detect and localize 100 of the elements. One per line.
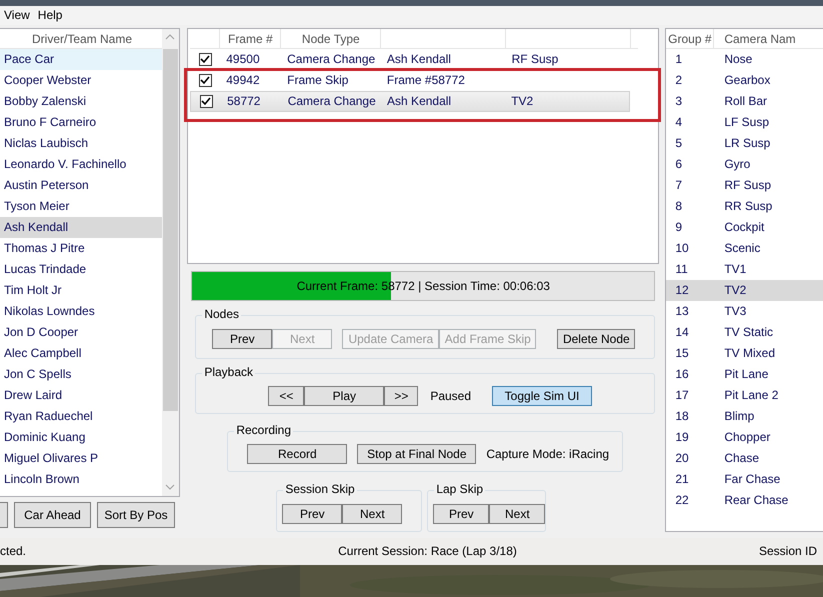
table-cell-text: Roll Bar: [723, 94, 768, 109]
checkbox[interactable]: [198, 74, 212, 87]
table-cell-text: 4: [674, 115, 684, 130]
list-item[interactable]: Bobby Zalenski: [0, 91, 165, 112]
table-row[interactable]: 22 Rear Chase: [666, 490, 823, 511]
table-row[interactable]: 13 TV3: [666, 301, 823, 322]
list-item[interactable]: Dominic Kuang: [0, 427, 165, 448]
table-cell-text: 22: [674, 493, 690, 508]
button[interactable]: >>: [384, 386, 418, 406]
table-row[interactable]: 6 Gyro: [666, 154, 823, 175]
button[interactable]: Car Ahead: [14, 502, 91, 528]
list-item[interactable]: Ryan Raduechel: [0, 406, 165, 427]
list-item[interactable]: Tyson Meier: [0, 196, 165, 217]
table-cell-text: Rear Chase: [723, 493, 788, 508]
menu-item[interactable]: View: [0, 6, 34, 25]
button[interactable]: Toggle Sim UI: [492, 386, 592, 406]
button[interactable]: Prev: [282, 504, 342, 524]
table-row[interactable]: 49500 Camera Change Ash Kendall RF Susp: [190, 49, 630, 70]
table-row[interactable]: 7 RF Susp: [666, 175, 823, 196]
table-row[interactable]: 49942 Frame Skip Frame #58772: [190, 70, 630, 91]
table-row[interactable]: 4 LF Susp: [666, 112, 823, 133]
checkbox[interactable]: [198, 53, 212, 66]
table-cell-text: TV3: [723, 304, 746, 319]
scrollbar[interactable]: [162, 29, 180, 496]
table-row[interactable]: 20 Chase: [666, 448, 823, 469]
table-cell-text: 19: [674, 430, 690, 445]
table-cell-text: Ash Kendall: [386, 94, 452, 109]
button[interactable]: Delete Node: [557, 329, 636, 349]
list-item[interactable]: Thomas J Pitre: [0, 238, 165, 259]
list-item[interactable]: Austin Peterson: [0, 175, 165, 196]
table-row[interactable]: 58772 Camera Change Ash Kendall TV2: [190, 91, 630, 112]
scroll-up-icon[interactable]: [165, 34, 176, 40]
table-row[interactable]: 15 TV Mixed: [666, 343, 823, 364]
table-row[interactable]: 9 Cockpit: [666, 217, 823, 238]
button[interactable]: Prev: [212, 329, 272, 349]
table-row[interactable]: 17 Pit Lane 2: [666, 385, 823, 406]
button[interactable]: Next: [489, 504, 546, 524]
table-cell-text: Nose: [723, 52, 752, 67]
table-row[interactable]: 11 TV1: [666, 259, 823, 280]
table-row[interactable]: 16 Pit Lane: [666, 364, 823, 385]
menu-item[interactable]: Help: [34, 6, 66, 25]
table-row[interactable]: 14 TV Static: [666, 322, 823, 343]
list-item[interactable]: Jon D Cooper: [0, 322, 165, 343]
table-row[interactable]: 18 Blimp: [666, 406, 823, 427]
list-item[interactable]: Niclas Laubisch: [0, 133, 165, 154]
table-row[interactable]: 12 TV2: [666, 280, 823, 301]
group-title: Recording: [234, 423, 294, 438]
list-item[interactable]: Tim Holt Jr: [0, 280, 165, 301]
list-item[interactable]: Nikolas Lowndes: [0, 301, 165, 322]
scroll-down-icon[interactable]: [165, 484, 176, 490]
table-row[interactable]: 8 RR Susp: [666, 196, 823, 217]
column-header: Driver/Team Name: [30, 31, 134, 48]
table-cell-text: 18: [674, 409, 690, 424]
table-cell-text: LF Susp: [723, 115, 770, 130]
table-cell-text: 58772: [226, 94, 262, 109]
scroll-thumb[interactable]: [163, 49, 178, 411]
list-item[interactable]: Cooper Webster: [0, 70, 165, 91]
table-cell-text: Scenic: [723, 241, 760, 256]
table-cell-text: TV2: [510, 94, 534, 109]
table-row[interactable]: 2 Gearbox: [666, 70, 823, 91]
group-title: Playback: [202, 365, 256, 380]
list-item[interactable]: Lincoln Brown: [0, 469, 165, 490]
list-item[interactable]: Miguel Olivares P: [0, 448, 165, 469]
button[interactable]: Next: [342, 504, 402, 524]
button[interactable]: Sort By Pos: [97, 502, 175, 528]
table-cell-text: RF Susp: [723, 178, 772, 193]
list-item[interactable]: Pace Car: [0, 49, 165, 70]
table-row[interactable]: 5 LR Susp: [666, 133, 823, 154]
button[interactable]: Prev: [433, 504, 490, 524]
playback-status: Paused: [430, 388, 472, 405]
table-cell-text: Gyro: [723, 157, 750, 172]
table-cell-text: LR Susp: [723, 136, 770, 151]
list-item[interactable]: Ash Kendall: [0, 217, 165, 238]
list-item[interactable]: Drew Laird: [0, 385, 165, 406]
button[interactable]: Play: [304, 386, 384, 406]
table-cell-text: 21: [674, 472, 690, 487]
button[interactable]: <<: [268, 386, 304, 406]
status-text: Current Session: Race (Lap 3/18): [338, 544, 517, 559]
table-row[interactable]: 3 Roll Bar: [666, 91, 823, 112]
table-row[interactable]: 1 Nose: [666, 49, 823, 70]
checkbox[interactable]: [200, 95, 213, 108]
table-cell-text: RR Susp: [723, 199, 772, 214]
list-item[interactable]: Leonardo V. Fachinello: [0, 154, 165, 175]
table-row[interactable]: 10 Scenic: [666, 238, 823, 259]
list-item[interactable]: Lucas Trindade: [0, 259, 165, 280]
table-row[interactable]: 19 Chopper: [666, 427, 823, 448]
list-item[interactable]: Bruno F Carneiro: [0, 112, 165, 133]
list-item[interactable]: Alec Campbell: [0, 343, 165, 364]
table-cell-text: 13: [674, 304, 690, 319]
status-text: Session ID: [758, 544, 817, 559]
table-row[interactable]: 21 Far Chase: [666, 469, 823, 490]
table-cell-text: Camera Change: [286, 94, 377, 109]
table-cell-text: Chase: [723, 451, 760, 466]
table-cell-text: 17: [674, 388, 690, 403]
capture-mode: Capture Mode: iRacing: [486, 446, 610, 463]
button[interactable]: Stop at Final Node: [357, 444, 476, 464]
list-item[interactable]: Jon C Spells: [0, 364, 165, 385]
button[interactable]: Record: [247, 444, 348, 464]
table-cell-text: 3: [674, 94, 684, 109]
table-cell-text: 16: [674, 367, 690, 382]
